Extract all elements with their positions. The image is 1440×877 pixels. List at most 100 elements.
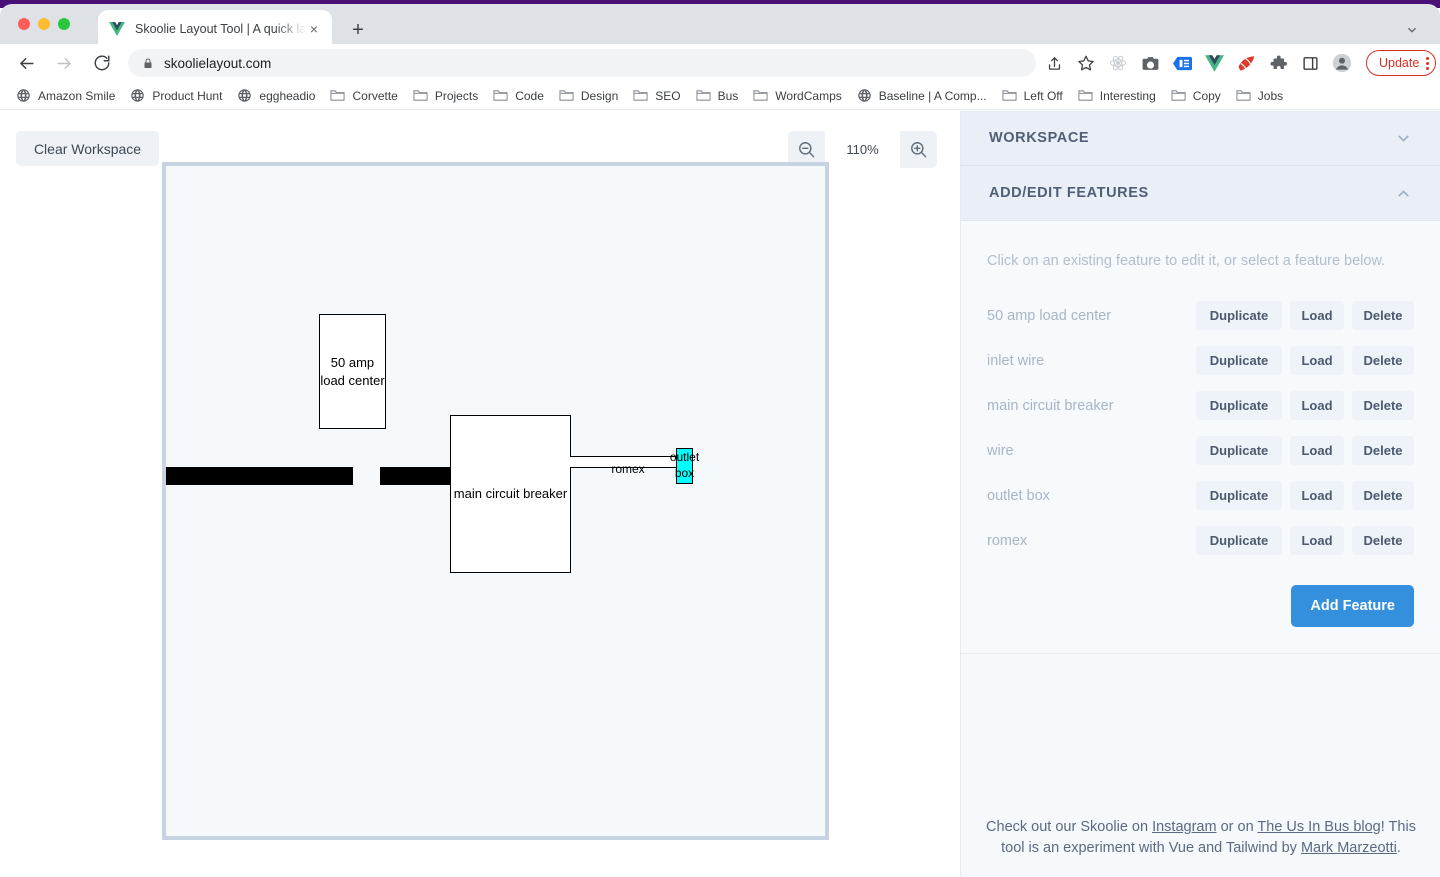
browser-toolbar: skoolielayout.com Update — [0, 44, 1440, 82]
bookmark-item-design[interactable]: Design — [555, 87, 622, 105]
delete-button[interactable]: Delete — [1352, 346, 1414, 375]
canvas-feature-main-circuit-breaker[interactable]: main circuit breaker — [450, 415, 571, 573]
feature-list: 50 amp load center Duplicate Load Delete inl… — [987, 293, 1414, 563]
duplicate-button[interactable]: Duplicate — [1196, 391, 1282, 420]
delete-button[interactable]: Delete — [1352, 481, 1414, 510]
minimize-window-button[interactable] — [38, 18, 50, 30]
bookmark-item-corvette[interactable]: Corvette — [326, 87, 401, 105]
maximize-window-button[interactable] — [58, 18, 70, 30]
puzzle-extensions-icon[interactable] — [1265, 50, 1291, 76]
delete-button[interactable]: Delete — [1352, 391, 1414, 420]
add-feature-button[interactable]: Add Feature — [1291, 585, 1414, 627]
load-button[interactable]: Load — [1290, 346, 1344, 375]
folder-icon — [1236, 89, 1252, 102]
canvas-feature-romex[interactable]: romex — [570, 456, 686, 476]
bookmark-item-seo[interactable]: SEO — [629, 87, 684, 105]
feature-name: inlet wire — [987, 352, 1045, 369]
load-button[interactable]: Load — [1290, 526, 1344, 555]
star-icon[interactable] — [1073, 50, 1099, 76]
feature-name: outlet box — [987, 487, 1050, 504]
panel-header-workspace[interactable]: WORKSPACE — [961, 111, 1440, 166]
bookmark-item-projects[interactable]: Projects — [409, 87, 482, 105]
bookmark-label: Left Off — [1023, 88, 1063, 103]
share-icon[interactable] — [1041, 50, 1067, 76]
forward-arrow-icon[interactable] — [50, 49, 78, 77]
back-arrow-icon[interactable] — [12, 49, 40, 77]
instagram-link[interactable]: Instagram — [1152, 819, 1216, 835]
bookmark-item-jobs[interactable]: Jobs — [1232, 87, 1287, 105]
bookmark-item-code[interactable]: Code — [489, 87, 548, 105]
duplicate-button[interactable]: Duplicate — [1196, 481, 1282, 510]
side-panel-icon[interactable] — [1297, 50, 1323, 76]
feature-name: wire — [987, 442, 1014, 459]
address-bar[interactable]: skoolielayout.com — [128, 49, 1036, 77]
load-button[interactable]: Load — [1290, 481, 1344, 510]
load-button[interactable]: Load — [1290, 391, 1344, 420]
bookmark-item-bus[interactable]: Bus — [692, 87, 743, 105]
delete-button[interactable]: Delete — [1352, 526, 1414, 555]
bookmark-label: SEO — [655, 88, 681, 103]
load-button[interactable]: Load — [1290, 436, 1344, 465]
tab-strip: Skoolie Layout Tool | A quick la × + — [0, 4, 1440, 48]
chevron-up-icon[interactable] — [1395, 185, 1412, 202]
folder-icon — [753, 89, 769, 102]
duplicate-button[interactable]: Duplicate — [1196, 436, 1282, 465]
bookmark-item-product-hunt[interactable]: Product Hunt — [126, 86, 226, 105]
feature-name: 50 amp load center — [987, 307, 1112, 324]
zoom-level-value[interactable]: 110% — [825, 131, 900, 168]
browser-tab[interactable]: Skoolie Layout Tool | A quick la × — [98, 10, 332, 48]
bookmark-item-copy[interactable]: Copy — [1167, 87, 1225, 105]
kebab-menu-icon[interactable] — [1426, 56, 1430, 70]
bookmark-label: Design — [580, 88, 619, 103]
canvas-feature-50-amp-load-center[interactable]: 50 amp load center — [319, 314, 386, 429]
bookmark-item-interesting[interactable]: Interesting — [1074, 87, 1160, 105]
duplicate-button[interactable]: Duplicate — [1196, 346, 1282, 375]
new-tab-button[interactable]: + — [344, 16, 372, 44]
feature-name: main circuit breaker — [987, 397, 1114, 414]
bookmark-label: Product Hunt — [152, 88, 223, 103]
profile-avatar-icon[interactable] — [1329, 50, 1355, 76]
bookmark-item-wordcamps[interactable]: WordCamps — [749, 87, 845, 105]
feature-row: main circuit breaker Duplicate Load Delete — [987, 383, 1414, 428]
folder-icon — [1002, 89, 1018, 102]
canvas-feature-outlet-box[interactable]: outlet box — [670, 448, 699, 484]
bookmark-label: eggheadio — [259, 88, 316, 103]
chevron-down-icon[interactable] — [1395, 130, 1412, 147]
bookmark-item-eggheadio[interactable]: eggheadio — [233, 86, 319, 105]
bookmark-item-amazon-smile[interactable]: Amazon Smile — [12, 86, 119, 105]
us-in-bus-blog-link[interactable]: The Us In Bus blog — [1257, 819, 1380, 835]
id-card-icon[interactable] — [1169, 50, 1195, 76]
close-window-button[interactable] — [18, 18, 30, 30]
browser-window: Skoolie Layout Tool | A quick la × + sko… — [0, 0, 1440, 877]
bookmark-item-baseline-a-comp[interactable]: Baseline | A Comp... — [853, 86, 991, 105]
rails-icon[interactable] — [1233, 50, 1259, 76]
duplicate-button[interactable]: Duplicate — [1196, 526, 1282, 555]
clear-workspace-button[interactable]: Clear Workspace — [16, 131, 159, 166]
lock-icon — [142, 57, 154, 70]
panel-header-add-edit-features[interactable]: ADD/EDIT FEATURES — [961, 166, 1440, 221]
folder-icon — [633, 89, 649, 102]
delete-button[interactable]: Delete — [1352, 301, 1414, 330]
chevron-down-icon[interactable] — [1400, 18, 1424, 42]
react-devtools-icon[interactable] — [1105, 50, 1131, 76]
bookmark-item-left-off[interactable]: Left Off — [998, 87, 1067, 105]
add-edit-features-panel: Click on an existing feature to edit it,… — [961, 221, 1440, 654]
duplicate-button[interactable]: Duplicate — [1196, 301, 1282, 330]
zoom-in-icon[interactable] — [900, 131, 937, 168]
toolbar-icons: Update — [1038, 50, 1437, 76]
canvas-feature-wire[interactable] — [380, 467, 460, 485]
update-button[interactable]: Update — [1366, 50, 1437, 76]
canvas-feature-inlet-wire[interactable] — [166, 467, 353, 485]
vue-devtools-icon[interactable] — [1201, 50, 1227, 76]
workspace-area: Clear Workspace 110% 50 amp load center … — [0, 111, 960, 877]
camera-icon[interactable] — [1137, 50, 1163, 76]
layout-canvas[interactable]: 50 amp load center main circuit breaker r… — [162, 162, 829, 840]
reload-icon[interactable] — [88, 49, 116, 77]
feature-row: outlet box Duplicate Load Delete — [987, 473, 1414, 518]
mark-marzeotti-link[interactable]: Mark Marzeotti — [1301, 840, 1397, 856]
bookmarks-bar: Amazon Smile Product Hunt eggheadio Corvett… — [0, 82, 1440, 110]
load-button[interactable]: Load — [1290, 301, 1344, 330]
delete-button[interactable]: Delete — [1352, 436, 1414, 465]
close-icon[interactable]: × — [306, 21, 322, 37]
globe-icon — [857, 88, 873, 103]
